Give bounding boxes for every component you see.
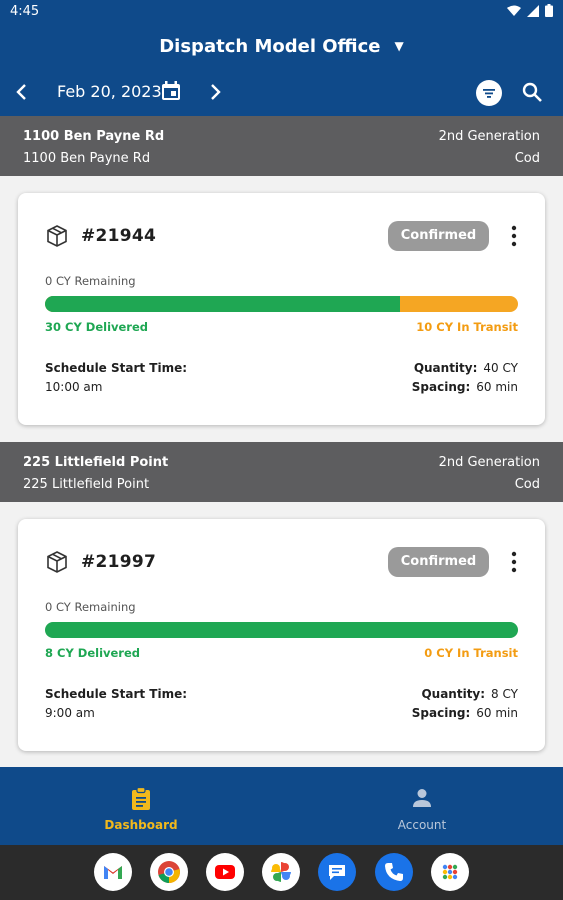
next-day-icon[interactable] xyxy=(203,80,227,104)
app-drawer-icon xyxy=(442,864,458,880)
delivered-progress-fill xyxy=(45,296,400,312)
nav-dashboard-label: Dashboard xyxy=(104,818,178,832)
bottom-navigation: Dashboard Account xyxy=(0,767,563,845)
job-generation: 2nd Generation xyxy=(438,455,540,470)
status-icons xyxy=(507,4,553,17)
gmail-icon xyxy=(104,866,122,879)
quantity-row: Quantity: 40 CY xyxy=(414,361,518,375)
spacing-label: Spacing: xyxy=(411,380,471,394)
previous-day-icon[interactable] xyxy=(10,80,34,104)
filter-icon xyxy=(483,89,495,98)
package-icon xyxy=(47,225,67,247)
youtube-icon xyxy=(215,865,235,879)
delivered-quantity: 30 CY Delivered xyxy=(45,320,149,334)
spacing-row: Spacing: 60 min xyxy=(412,706,518,720)
job-site-header[interactable]: 1100 Ben Payne Rd 1100 Ben Payne Rd 2nd … xyxy=(0,116,563,176)
photos-icon xyxy=(271,862,291,882)
spacing-row: Spacing: 60 min xyxy=(412,380,518,394)
battery-icon xyxy=(545,4,553,17)
job-generation: 2nd Generation xyxy=(438,129,540,144)
youtube-app[interactable] xyxy=(206,853,244,891)
job-address-line: 225 Littlefield Point xyxy=(23,477,150,492)
office-selector[interactable]: Dispatch Model Office ▼ xyxy=(0,36,563,57)
schedule-start-label: Schedule Start Time: xyxy=(45,361,188,375)
remaining-quantity: 0 CY Remaining xyxy=(45,274,136,288)
gmail-app[interactable] xyxy=(94,853,132,891)
spacing-label: Spacing: xyxy=(411,706,471,720)
chrome-icon xyxy=(158,861,180,883)
delivery-progress-bar xyxy=(45,296,518,312)
in-transit-quantity: 10 CY In Transit xyxy=(416,320,518,334)
signal-icon xyxy=(527,4,539,17)
messages-icon xyxy=(329,865,345,880)
job-address-title: 1100 Ben Payne Rd xyxy=(23,129,165,144)
job-site-header[interactable]: 225 Littlefield Point 225 Littlefield Po… xyxy=(0,442,563,502)
job-address-line: 1100 Ben Payne Rd xyxy=(23,151,151,166)
schedule-start-time: 10:00 am xyxy=(45,380,103,394)
nav-account[interactable]: Account xyxy=(352,767,492,845)
chrome-app[interactable] xyxy=(150,853,188,891)
package-icon xyxy=(47,551,67,573)
filter-button[interactable] xyxy=(476,80,502,106)
app-header: Dispatch Model Office ▼ Feb 20, 2023 xyxy=(0,24,563,116)
job-payment-type: Cod xyxy=(514,477,540,492)
date-navigation: Feb 20, 2023 xyxy=(0,76,563,110)
selected-date[interactable]: Feb 20, 2023 xyxy=(57,82,162,101)
job-address-title: 225 Littlefield Point xyxy=(23,455,169,470)
order-number: #21944 xyxy=(81,226,157,246)
delivered-quantity: 8 CY Delivered xyxy=(45,646,141,660)
status-bar: 4:45 xyxy=(0,0,563,24)
order-number: #21997 xyxy=(81,552,157,572)
clipboard-icon xyxy=(132,787,150,810)
delivered-progress-fill xyxy=(45,622,518,638)
calendar-icon[interactable] xyxy=(160,80,182,102)
remaining-quantity: 0 CY Remaining xyxy=(45,600,136,614)
schedule-start-label: Schedule Start Time: xyxy=(45,687,188,701)
messages-app[interactable] xyxy=(318,853,356,891)
office-name: Dispatch Model Office xyxy=(159,36,381,57)
person-icon xyxy=(413,789,431,807)
quantity-label: Quantity: xyxy=(421,687,486,701)
status-badge[interactable]: Confirmed xyxy=(388,221,489,251)
more-options-icon[interactable] xyxy=(504,547,524,577)
job-payment-type: Cod xyxy=(514,151,540,166)
app-drawer[interactable] xyxy=(431,853,469,891)
nav-account-label: Account xyxy=(397,818,447,832)
spacing-value: 60 min xyxy=(476,706,518,720)
schedule-start-time: 9:00 am xyxy=(45,706,95,720)
quantity-value: 40 CY xyxy=(483,361,518,375)
system-dock xyxy=(0,845,563,900)
status-badge[interactable]: Confirmed xyxy=(388,547,489,577)
more-options-icon[interactable] xyxy=(504,221,524,251)
quantity-value: 8 CY xyxy=(491,687,518,701)
dropdown-caret-icon: ▼ xyxy=(394,39,404,53)
phone-app[interactable] xyxy=(375,853,413,891)
spacing-value: 60 min xyxy=(476,380,518,394)
order-card[interactable]: #21944 Confirmed 0 CY Remaining 30 CY De… xyxy=(18,193,545,425)
search-icon[interactable] xyxy=(520,80,544,104)
delivery-progress-bar xyxy=(45,622,518,638)
nav-dashboard[interactable]: Dashboard xyxy=(71,767,211,845)
wifi-icon xyxy=(507,5,521,16)
order-card[interactable]: #21997 Confirmed 0 CY Remaining 8 CY Del… xyxy=(18,519,545,751)
status-time: 4:45 xyxy=(10,4,40,19)
photos-app[interactable] xyxy=(262,853,300,891)
quantity-row: Quantity: 8 CY xyxy=(421,687,518,701)
in-transit-quantity: 0 CY In Transit xyxy=(424,646,518,660)
quantity-label: Quantity: xyxy=(413,361,478,375)
phone-icon xyxy=(385,863,403,881)
